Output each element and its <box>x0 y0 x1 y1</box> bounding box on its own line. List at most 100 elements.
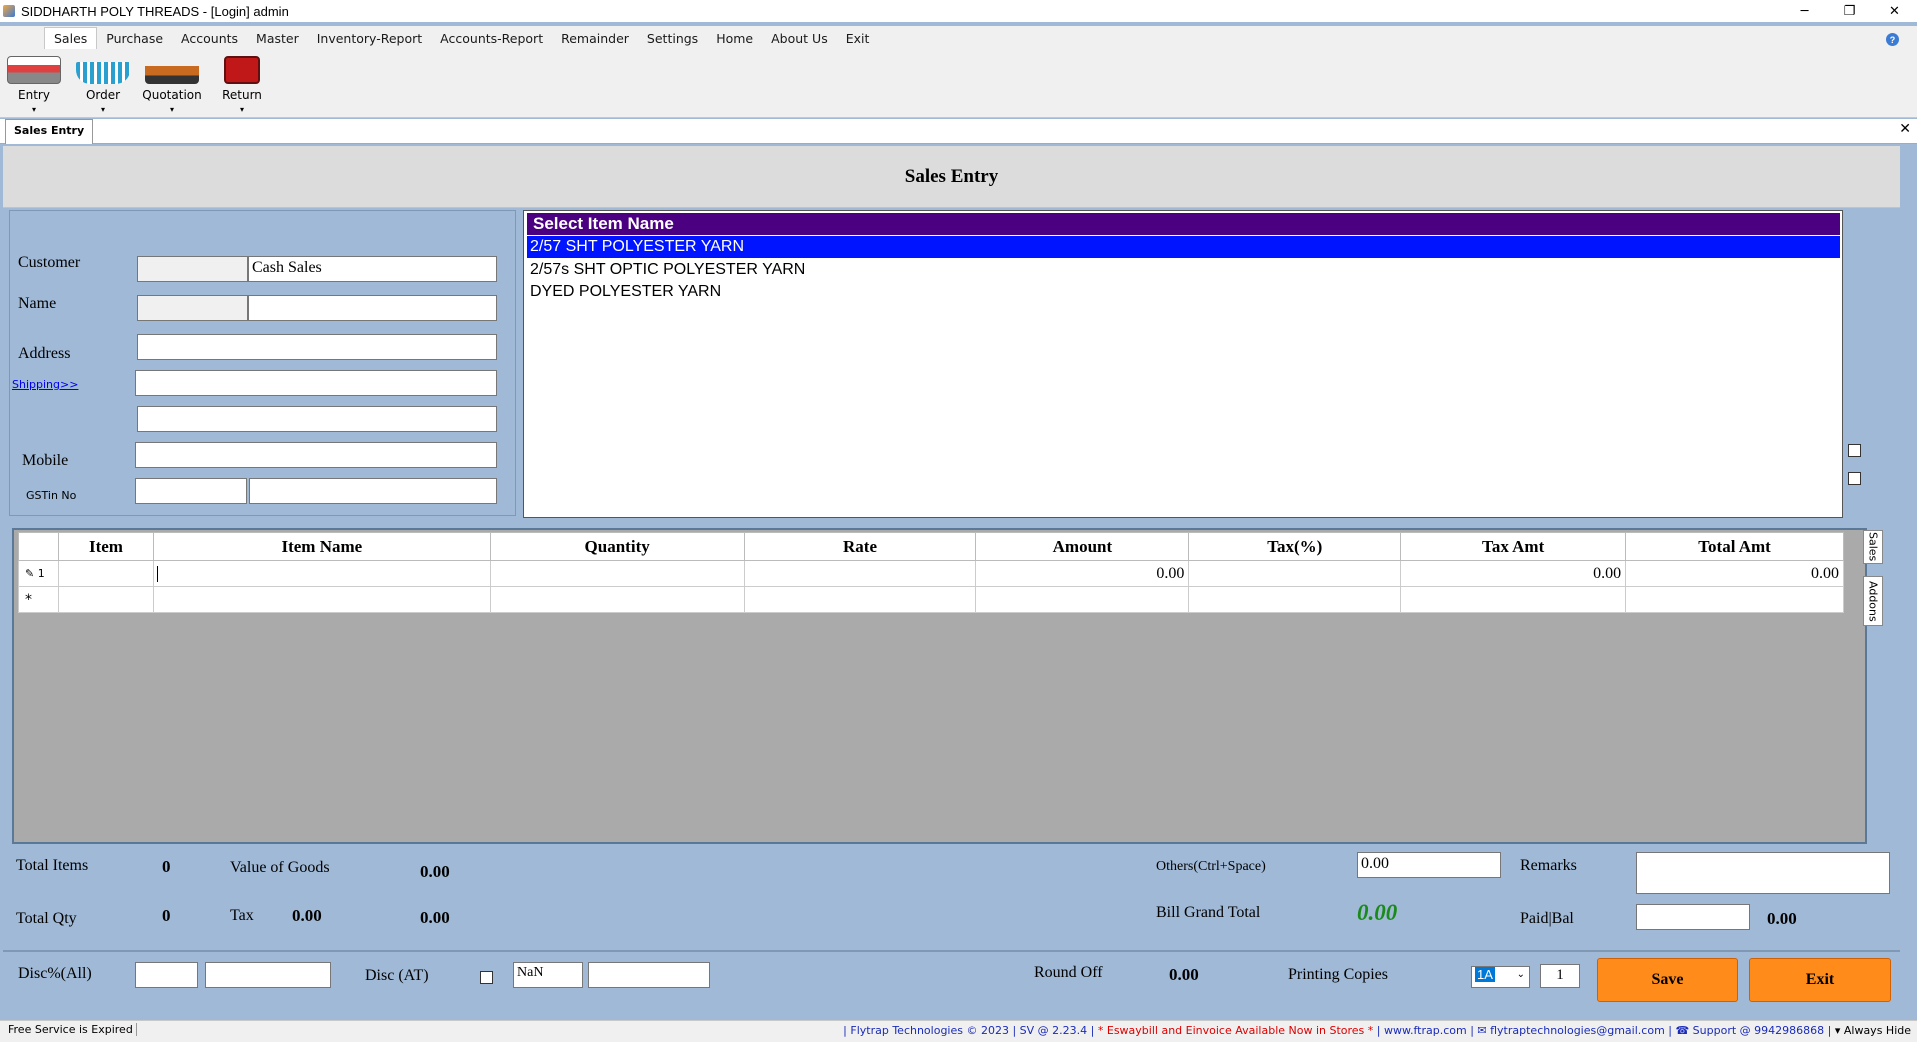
new-cell[interactable] <box>1625 586 1844 613</box>
new-cell[interactable] <box>152 586 491 613</box>
cell-amount[interactable]: 0.00 <box>975 560 1190 587</box>
menu-accounts[interactable]: Accounts <box>172 28 247 49</box>
menu-about-us[interactable]: About Us <box>762 28 837 49</box>
menu-remainder[interactable]: Remainder <box>552 28 638 49</box>
menu-home[interactable]: Home <box>707 28 762 49</box>
remarks-field[interactable] <box>1636 852 1890 894</box>
ribbon-quotation-button[interactable]: Quotation ▾ <box>139 56 205 114</box>
new-row[interactable]: * <box>18 586 1844 613</box>
menu-sales[interactable]: Sales <box>44 27 98 49</box>
disc-all-label: Disc%(All) <box>18 965 92 982</box>
ribbon-entry-button[interactable]: Entry ▾ <box>1 56 67 114</box>
grand-total-label: Bill Grand Total <box>1156 904 1261 921</box>
save-button[interactable]: Save <box>1597 958 1738 1002</box>
others-field[interactable]: 0.00 <box>1357 852 1501 878</box>
cell-quantity[interactable] <box>489 560 745 587</box>
side-tab-addons[interactable]: Addons <box>1863 576 1883 626</box>
promo-text: * Eswaybill and Einvoice Available Now i… <box>1097 1024 1374 1037</box>
shipping-link[interactable]: Shipping>> <box>12 378 78 391</box>
new-cell[interactable] <box>1400 586 1627 613</box>
app-icon <box>3 5 15 17</box>
name-code-field[interactable] <box>137 295 248 321</box>
restore-button[interactable]: ❐ <box>1827 0 1872 22</box>
item-option[interactable]: 2/57s SHT OPTIC POLYESTER YARN <box>527 259 1840 281</box>
address-label: Address <box>18 345 71 362</box>
ribbon-order-button[interactable]: Order ▾ <box>70 56 136 114</box>
scale-icon <box>145 56 199 84</box>
menu-inventory-report[interactable]: Inventory-Report <box>308 28 431 49</box>
new-row-marker: * <box>18 586 59 613</box>
chevron-down-icon[interactable]: ▾ <box>209 106 275 114</box>
menu-settings[interactable]: Settings <box>638 28 707 49</box>
status-info: | Flytrap Technologies © 2023 | SV @ 2.2… <box>843 1024 1911 1037</box>
new-cell[interactable] <box>1188 586 1402 613</box>
mobile-field[interactable] <box>135 442 497 468</box>
disc-at-pct-field[interactable]: NaN <box>513 962 583 988</box>
cell-tax-pct[interactable] <box>1188 560 1402 587</box>
copies-type-select[interactable]: 1A ⌄ <box>1471 966 1530 988</box>
gstin-number-field[interactable] <box>249 478 497 504</box>
disc-at-label: Disc (AT) <box>365 967 429 984</box>
customer-code-field[interactable] <box>137 256 248 282</box>
menu-exit[interactable]: Exit <box>837 28 879 49</box>
always-hide-toggle[interactable]: ▾ Always Hide <box>1835 1024 1911 1037</box>
table-row[interactable]: ✎ 1 0.00 0.00 0.00 <box>18 560 1844 587</box>
side-tab-sales[interactable]: Sales <box>1863 530 1883 564</box>
menu-accounts-report[interactable]: Accounts-Report <box>431 28 552 49</box>
disc-at-checkbox[interactable] <box>480 971 493 984</box>
ribbon-order-label: Order <box>85 88 121 102</box>
minimize-button[interactable]: ─ <box>1782 0 1827 22</box>
menu-purchase[interactable]: Purchase <box>97 28 172 49</box>
contact-links[interactable]: | www.ftrap.com | ✉ flytraptechnologies@… <box>1377 1024 1832 1037</box>
close-tab-icon[interactable]: ✕ <box>1899 121 1911 137</box>
cell-rate[interactable] <box>743 560 977 587</box>
exit-button[interactable]: Exit <box>1749 958 1891 1002</box>
tax-value: 0.00 <box>292 906 322 925</box>
disc-at-amount-field[interactable] <box>588 962 710 988</box>
chevron-down-icon[interactable]: ▾ <box>70 106 136 114</box>
new-cell[interactable] <box>489 586 745 613</box>
option-checkbox-1[interactable] <box>1848 444 1861 457</box>
cell-item[interactable] <box>57 560 154 587</box>
item-option[interactable]: DYED POLYESTER YARN <box>527 281 1840 303</box>
mobile-label: Mobile <box>22 452 69 469</box>
help-icon[interactable]: ? <box>1886 33 1899 46</box>
gstin-state-field[interactable] <box>135 478 247 504</box>
copies-type-value: 1A <box>1475 967 1495 982</box>
cell-total-amt[interactable]: 0.00 <box>1625 560 1844 587</box>
name-field[interactable] <box>248 295 497 321</box>
tax-label: Tax <box>230 907 254 924</box>
chevron-down-icon: ⌄ <box>1516 969 1525 980</box>
item-option[interactable]: 2/57 SHT POLYESTER YARN <box>527 236 1840 258</box>
address-line3-field[interactable] <box>137 406 497 432</box>
customer-name-field[interactable]: Cash Sales <box>248 256 497 282</box>
option-checkbox-2[interactable] <box>1848 472 1861 485</box>
new-cell[interactable] <box>975 586 1190 613</box>
chevron-down-icon[interactable]: ▾ <box>139 106 205 114</box>
chevron-down-icon[interactable]: ▾ <box>1 106 67 114</box>
window-title: SIDDHARTH POLY THREADS - [Login] admin <box>21 3 289 19</box>
disc-all-amount-field[interactable] <box>205 962 331 988</box>
ribbon-quotation-label: Quotation <box>142 88 202 102</box>
paid-field[interactable] <box>1636 904 1750 930</box>
new-cell[interactable] <box>743 586 977 613</box>
disc-all-pct-field[interactable] <box>135 962 198 988</box>
form-title: Sales Entry <box>3 146 1900 208</box>
menu-master[interactable]: Master <box>247 28 308 49</box>
address-line1-field[interactable] <box>137 334 497 360</box>
ribbon-entry-label: Entry <box>18 88 50 102</box>
items-grid: Item Item Name Quantity Rate Amount Tax(… <box>12 528 1867 844</box>
address-line2-field[interactable] <box>135 370 497 396</box>
customer-label: Customer <box>18 254 81 271</box>
col-item-name: Item Name <box>152 532 491 561</box>
cell-tax-amt[interactable]: 0.00 <box>1400 560 1627 587</box>
total-qty-label: Total Qty <box>16 910 77 927</box>
col-tax-pct: Tax(%) <box>1188 532 1402 561</box>
tab-sales-entry[interactable]: Sales Entry <box>5 119 94 144</box>
document-tab-strip <box>0 119 1917 144</box>
copies-count-field[interactable]: 1 <box>1540 964 1580 988</box>
ribbon-return-button[interactable]: Return ▾ <box>209 56 275 114</box>
close-window-button[interactable]: ✕ <box>1872 0 1917 22</box>
new-cell[interactable] <box>57 586 154 613</box>
cell-item-name[interactable] <box>152 560 491 587</box>
